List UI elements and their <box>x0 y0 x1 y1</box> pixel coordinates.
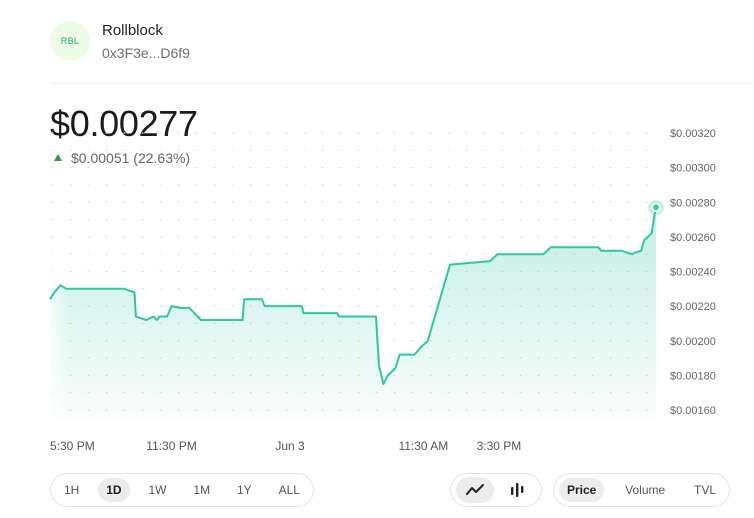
range-button-1w[interactable]: 1W <box>141 478 175 502</box>
line-chart-icon <box>466 484 484 495</box>
price-area <box>50 205 656 420</box>
y-tick-label: $0.00180 <box>670 370 716 382</box>
price-chart[interactable]: $0.00320 $0.00300 $0.00280 $0.00260 $0.00240… <box>0 0 754 470</box>
x-axis: 5:30 PM 11:30 PM Jun 3 11:30 AM 3:30 PM <box>50 439 521 453</box>
chart-view-toggle <box>450 473 542 507</box>
range-button-1h[interactable]: 1H <box>56 478 87 502</box>
x-tick-label: 3:30 PM <box>477 439 522 453</box>
y-tick-label: $0.00320 <box>670 128 716 140</box>
x-tick-label: 11:30 AM <box>398 439 448 453</box>
y-tick-label: $0.00200 <box>670 336 716 348</box>
y-axis: $0.00320 $0.00300 $0.00280 $0.00260 $0.00240… <box>670 128 716 417</box>
chart-left-fade <box>46 250 68 430</box>
y-tick-label: $0.00280 <box>670 197 716 209</box>
time-range-selector: 1H 1D 1W 1M 1Y ALL <box>50 473 314 507</box>
metric-selector: Price Volume TVL <box>553 473 730 507</box>
metric-tab-price[interactable]: Price <box>559 478 605 502</box>
x-tick-label: 11:30 PM <box>146 439 196 453</box>
x-tick-label: 5:30 PM <box>50 439 95 453</box>
x-tick-label: Jun 3 <box>275 439 305 453</box>
candlestick-view-button[interactable] <box>498 477 536 503</box>
range-button-all[interactable]: ALL <box>271 478 308 502</box>
metric-tab-tvl[interactable]: TVL <box>686 478 724 502</box>
candlestick-chart-icon <box>511 483 524 497</box>
range-button-1d[interactable]: 1D <box>98 478 130 502</box>
metric-tab-volume[interactable]: Volume <box>617 478 673 502</box>
y-tick-label: $0.00220 <box>670 301 716 313</box>
line-chart-view-button[interactable] <box>456 477 494 503</box>
y-tick-label: $0.00300 <box>670 163 716 175</box>
range-button-1m[interactable]: 1M <box>185 478 218 502</box>
y-tick-label: $0.00240 <box>670 267 716 279</box>
y-tick-label: $0.00260 <box>670 232 716 244</box>
current-point-marker <box>653 204 659 211</box>
y-tick-label: $0.00160 <box>670 405 716 417</box>
range-button-1y[interactable]: 1Y <box>229 478 260 502</box>
